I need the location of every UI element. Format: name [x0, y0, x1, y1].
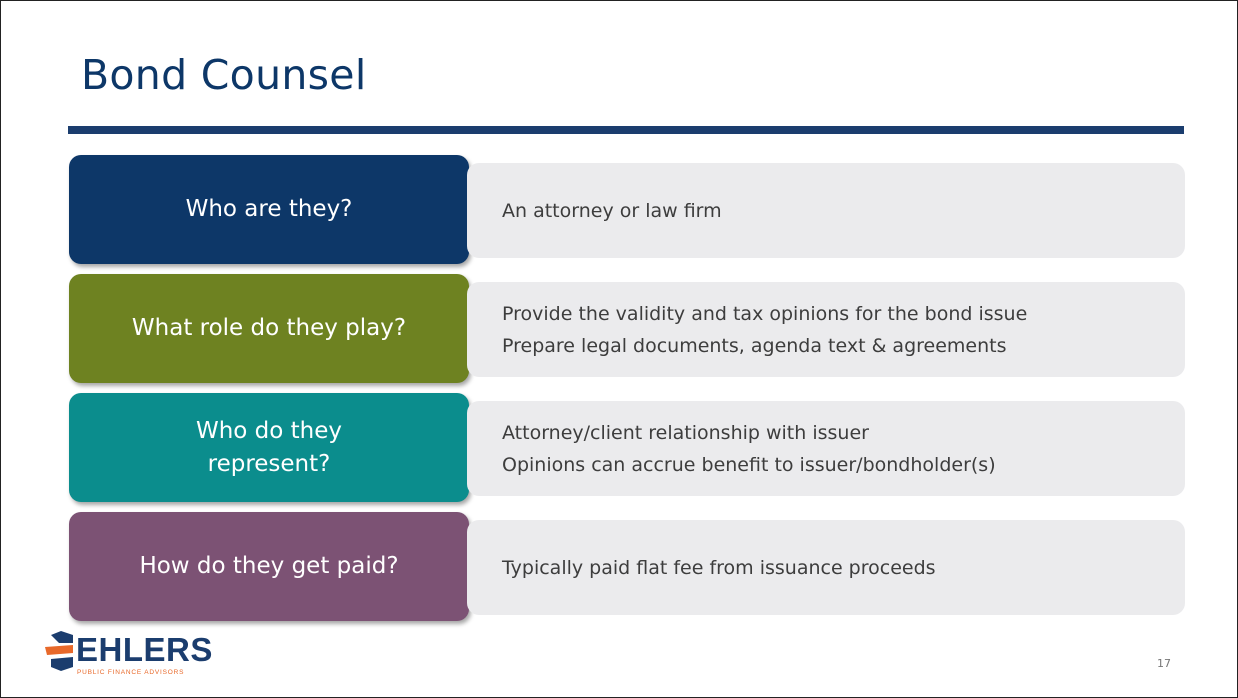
description-line: Attorney/client relationship with issuer — [502, 421, 869, 444]
row-label-paid: How do they get paid? — [69, 512, 469, 621]
row-label-who-are-they: Who are they? — [69, 155, 469, 264]
row-description-represent: Attorney/client relationship with issuer… — [467, 401, 1185, 496]
description-line: Prepare legal documents, agenda text & a… — [502, 334, 1007, 357]
slide: Bond Counsel Who are they? An attorney o… — [0, 0, 1238, 698]
ehlers-logo-icon — [45, 631, 73, 671]
logo-wordmark: EHLERS — [76, 631, 213, 668]
description-line: An attorney or law firm — [502, 199, 722, 222]
row-label-text: Who do they represent? — [195, 417, 343, 477]
row-label-text: How do they get paid? — [139, 553, 399, 579]
row-description-who-are-they: An attorney or law firm — [467, 163, 1185, 258]
ehlers-logo: EHLERS PUBLIC FINANCE ADVISORS — [45, 631, 245, 681]
logo-tagline: PUBLIC FINANCE ADVISORS — [77, 669, 185, 676]
row-description-role: Provide the validity and tax opinions fo… — [467, 282, 1185, 377]
row-label-text: Who are they? — [185, 196, 353, 222]
page-number: 17 — [1157, 657, 1171, 670]
slide-title: Bond Counsel — [81, 51, 367, 99]
row-label-text: What role do they play? — [131, 315, 407, 341]
row-description-paid: Typically paid flat fee from issuance pr… — [467, 520, 1185, 615]
title-divider — [68, 126, 1184, 134]
description-line: Provide the validity and tax opinions fo… — [502, 302, 1028, 325]
description-line: Typically paid flat fee from issuance pr… — [502, 556, 936, 579]
row-label-role: What role do they play? — [69, 274, 469, 383]
row-label-represent: Who do they represent? — [69, 393, 469, 502]
description-line: Opinions can accrue benefit to issuer/bo… — [502, 453, 996, 476]
